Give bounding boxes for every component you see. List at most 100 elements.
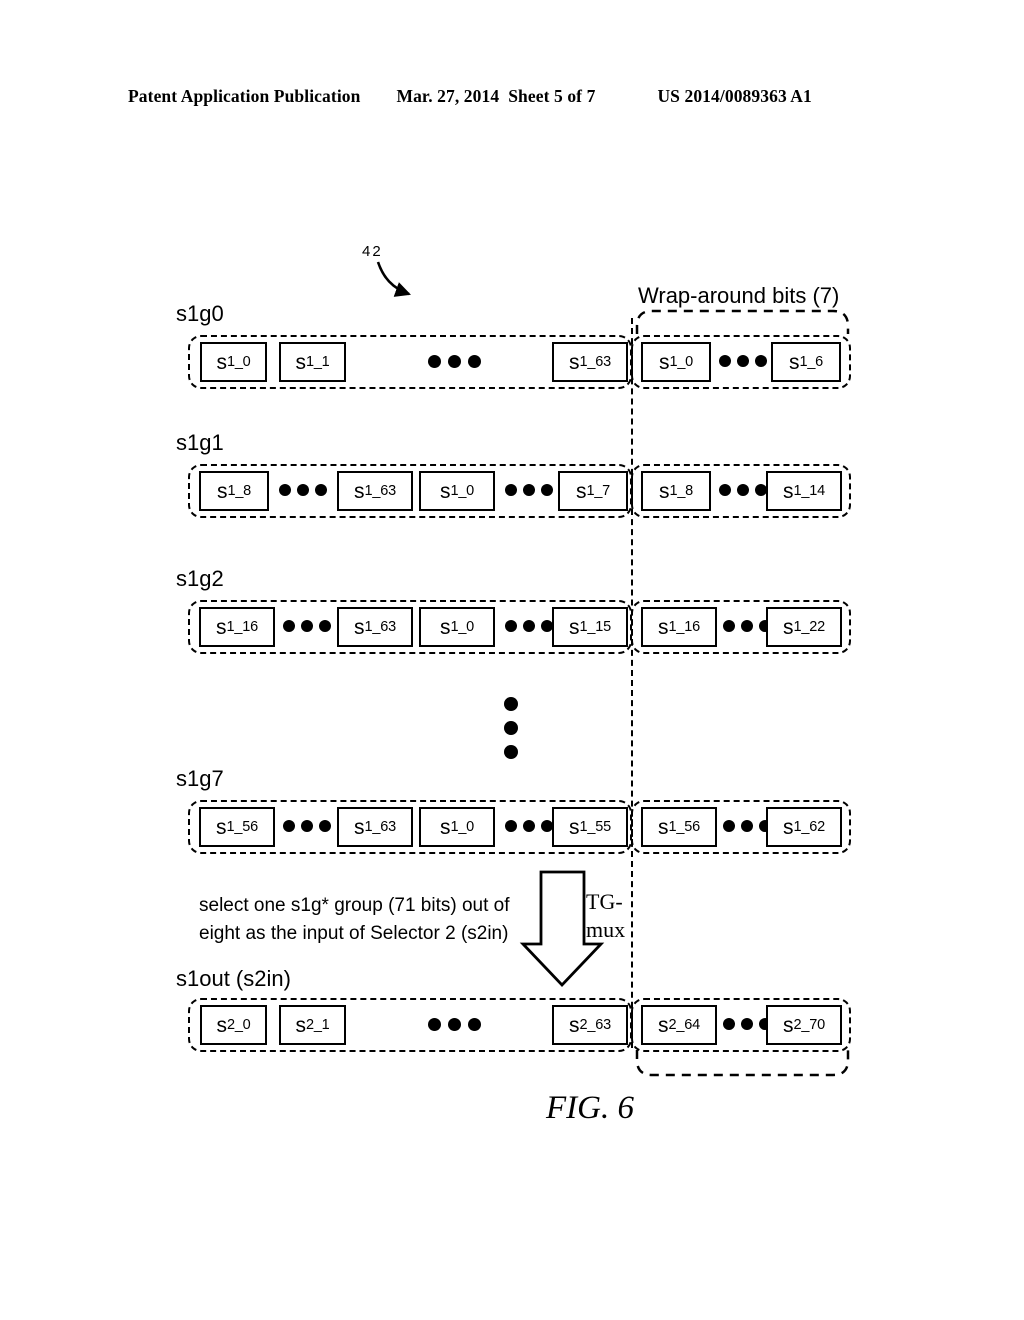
cell-base: s bbox=[658, 1013, 669, 1037]
ellipsis-horizontal-s1g7-b bbox=[505, 820, 553, 832]
cell-base: s bbox=[783, 1013, 794, 1037]
cell-base: s bbox=[575, 479, 587, 503]
cell-subscript: 2_64 bbox=[668, 1016, 701, 1033]
cell-base: s bbox=[216, 1013, 227, 1037]
ellipsis-horizontal-s1out-main bbox=[428, 1018, 481, 1031]
ellipsis-horizontal-s1out-wrap bbox=[723, 1018, 771, 1030]
wrap-around-bits-label: Wrap-around bits (7) bbox=[638, 283, 840, 308]
cell-base: s bbox=[658, 350, 670, 374]
tg-mux-label: TG- mux bbox=[586, 889, 626, 942]
ellipsis-horizontal-s1g0-wrap bbox=[719, 355, 767, 367]
cell-subscript: 1_22 bbox=[793, 618, 826, 635]
cell-subscript: 1_0 bbox=[669, 353, 694, 370]
cell-s1out-1: s 2_1 bbox=[279, 1005, 346, 1045]
ellipsis-horizontal-s1g2-b bbox=[505, 620, 553, 632]
cell-base: s bbox=[295, 1013, 306, 1037]
cell-s1g1-3: s 1_7 bbox=[558, 471, 628, 511]
cell-base: s bbox=[783, 479, 794, 503]
figure-6-diagram: 42 Wrap-around bits (7) s1g0 s 1_0 s 1_1 s… bbox=[0, 0, 1024, 1320]
cell-s1g2-0: s 1_16 bbox=[199, 607, 275, 647]
cell-subscript: 1_62 bbox=[793, 818, 826, 835]
cell-base: s bbox=[216, 615, 227, 639]
cell-base: s bbox=[295, 350, 306, 374]
cell-s1g7-wrap-1: s 1_62 bbox=[766, 807, 842, 847]
row-label-s1g2: s1g2 bbox=[176, 566, 224, 591]
cell-s1g0-0: s 1_0 bbox=[200, 342, 267, 382]
wrap-around-bracket-bottom bbox=[635, 1050, 850, 1077]
row-label-s1g7: s1g7 bbox=[176, 766, 224, 791]
ellipsis-horizontal-s1g1-b bbox=[505, 484, 553, 496]
figure-vector-overlay bbox=[376, 261, 850, 1077]
cell-s1g2-3: s 1_15 bbox=[552, 607, 628, 647]
cell-s1g2-wrap-0: s 1_16 bbox=[641, 607, 717, 647]
cell-subscript: 1_7 bbox=[586, 482, 611, 499]
vertical-ellipsis bbox=[504, 697, 518, 759]
ellipsis-horizontal-s1g7-a bbox=[283, 820, 331, 832]
cell-subscript: 1_1 bbox=[305, 353, 330, 370]
cell-base: s bbox=[354, 815, 365, 839]
cell-subscript: 2_1 bbox=[305, 1016, 330, 1033]
row-label-s1out: s1out (s2in) bbox=[176, 966, 291, 991]
cell-s1g7-wrap-0: s 1_56 bbox=[641, 807, 717, 847]
cell-base: s bbox=[439, 615, 451, 639]
cell-subscript: 1_55 bbox=[579, 818, 612, 835]
cell-base: s bbox=[658, 615, 669, 639]
cell-base: s bbox=[569, 350, 580, 374]
cell-base: s bbox=[783, 815, 794, 839]
cell-s1g1-1: s 1_63 bbox=[337, 471, 413, 511]
cell-s1g7-1: s 1_63 bbox=[337, 807, 413, 847]
cell-s1g0-wrap-1: s 1_6 bbox=[771, 342, 841, 382]
ellipsis-horizontal-s1g1-wrap bbox=[719, 484, 767, 496]
cell-base: s bbox=[569, 615, 580, 639]
cell-subscript: 1_8 bbox=[227, 482, 252, 499]
cell-base: s bbox=[569, 815, 580, 839]
cell-subscript: 1_6 bbox=[799, 353, 824, 370]
cell-s1g1-0: s 1_8 bbox=[199, 471, 269, 511]
cell-base: s bbox=[354, 479, 365, 503]
row-label-s1g0: s1g0 bbox=[176, 301, 224, 326]
cell-subscript: 1_15 bbox=[579, 618, 612, 635]
reference-leader-arrow bbox=[376, 261, 411, 297]
ellipsis-horizontal-s1g1-a bbox=[279, 484, 327, 496]
cell-base: s bbox=[354, 615, 365, 639]
cell-subscript: 2_0 bbox=[226, 1016, 251, 1033]
cell-subscript: 2_70 bbox=[793, 1016, 826, 1033]
reference-numeral-42: 42 bbox=[362, 243, 383, 260]
cell-s1g7-0: s 1_56 bbox=[199, 807, 275, 847]
cell-subscript: 1_16 bbox=[668, 618, 701, 635]
cell-subscript: 1_0 bbox=[226, 353, 251, 370]
cell-subscript: 1_0 bbox=[450, 818, 475, 835]
cell-s1g0-1: s 1_1 bbox=[279, 342, 346, 382]
cell-base: s bbox=[783, 615, 794, 639]
cell-base: s bbox=[788, 350, 800, 374]
cell-s1g0-wrap-0: s 1_0 bbox=[641, 342, 711, 382]
cell-s1out-2: s 2_63 bbox=[552, 1005, 628, 1045]
cell-base: s bbox=[216, 350, 227, 374]
cell-subscript: 1_56 bbox=[668, 818, 701, 835]
cell-s1g7-2: s 1_0 bbox=[419, 807, 495, 847]
ellipsis-horizontal-s1g2-wrap bbox=[723, 620, 771, 632]
cell-subscript: 1_0 bbox=[450, 482, 475, 499]
cell-subscript: 1_63 bbox=[364, 618, 397, 635]
selector-caption: select one s1g* group (71 bits) out of e… bbox=[199, 895, 510, 944]
cell-subscript: 1_63 bbox=[364, 482, 397, 499]
cell-subscript: 1_0 bbox=[450, 618, 475, 635]
cell-s1out-wrap-1: s 2_70 bbox=[766, 1005, 842, 1045]
cell-subscript: 1_8 bbox=[669, 482, 694, 499]
cell-s1g2-1: s 1_63 bbox=[337, 607, 413, 647]
cell-s1g1-wrap-0: s 1_8 bbox=[641, 471, 711, 511]
cell-subscript: 1_14 bbox=[793, 482, 826, 499]
ellipsis-horizontal-s1g0-main bbox=[428, 355, 481, 368]
cell-s1g0-2: s 1_63 bbox=[552, 342, 628, 382]
cell-s1out-0: s 2_0 bbox=[200, 1005, 267, 1045]
cell-base: s bbox=[569, 1013, 580, 1037]
cell-base: s bbox=[658, 479, 670, 503]
cell-base: s bbox=[216, 815, 227, 839]
cell-subscript: 1_63 bbox=[579, 353, 612, 370]
cell-subscript: 1_63 bbox=[364, 818, 397, 835]
wrap-around-bracket-top bbox=[635, 309, 850, 334]
cell-base: s bbox=[439, 479, 451, 503]
cell-subscript: 2_63 bbox=[579, 1016, 612, 1033]
cell-base: s bbox=[658, 815, 669, 839]
wrap-around-divider-line bbox=[631, 318, 633, 1048]
